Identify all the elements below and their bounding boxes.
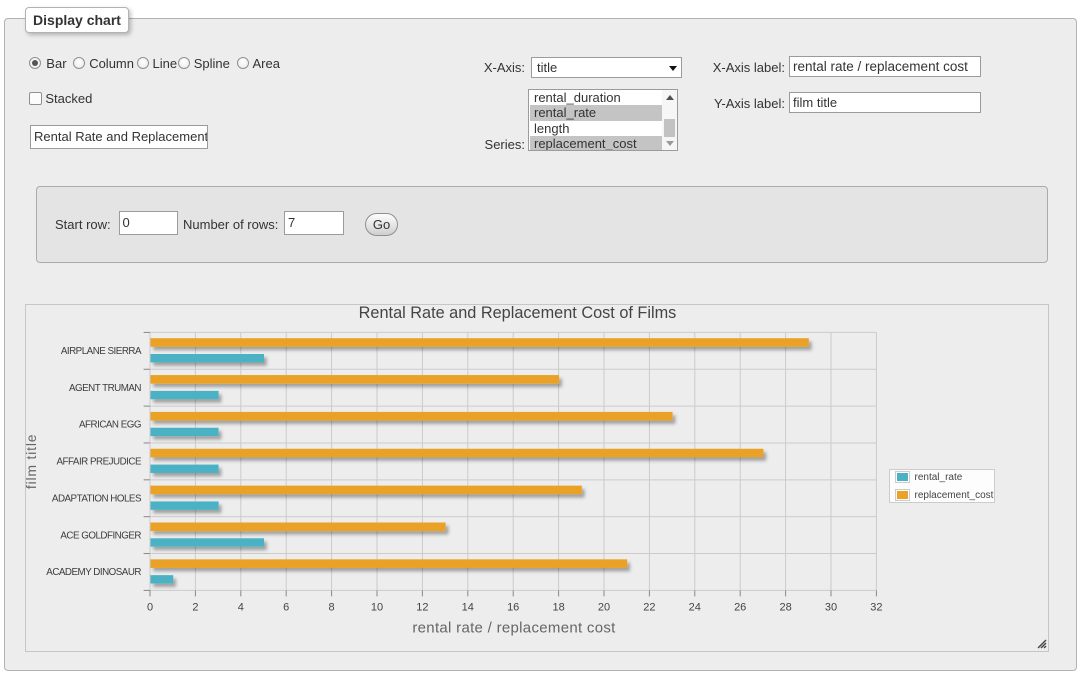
svg-text:0: 0: [147, 602, 153, 614]
svg-text:26: 26: [734, 602, 746, 614]
svg-text:30: 30: [825, 602, 837, 614]
svg-text:18: 18: [552, 602, 564, 614]
svg-text:32: 32: [870, 602, 882, 614]
svg-text:4: 4: [238, 602, 244, 614]
svg-text:AGENT TRUMAN: AGENT TRUMAN: [69, 383, 141, 394]
svg-text:20: 20: [598, 602, 610, 614]
svg-text:28: 28: [779, 602, 791, 614]
svg-text:ACE GOLDFINGER: ACE GOLDFINGER: [60, 530, 141, 541]
svg-text:16: 16: [507, 602, 519, 614]
svg-text:rental rate / replacement cost: rental rate / replacement cost: [412, 620, 616, 637]
svg-text:AFFAIR PREJUDICE: AFFAIR PREJUDICE: [56, 457, 142, 468]
svg-text:2: 2: [192, 602, 198, 614]
svg-text:6: 6: [283, 602, 289, 614]
svg-text:AIRPLANE SIERRA: AIRPLANE SIERRA: [61, 346, 142, 357]
svg-text:22: 22: [643, 602, 655, 614]
svg-text:10: 10: [371, 602, 383, 614]
svg-text:AFRICAN EGG: AFRICAN EGG: [79, 420, 141, 431]
svg-text:film title: film title: [26, 434, 39, 489]
svg-text:ACADEMY DINOSAUR: ACADEMY DINOSAUR: [46, 567, 141, 578]
svg-text:14: 14: [462, 602, 474, 614]
svg-text:8: 8: [329, 602, 335, 614]
svg-text:24: 24: [689, 602, 701, 614]
svg-text:12: 12: [416, 602, 428, 614]
svg-text:ADAPTATION HOLES: ADAPTATION HOLES: [52, 493, 142, 504]
